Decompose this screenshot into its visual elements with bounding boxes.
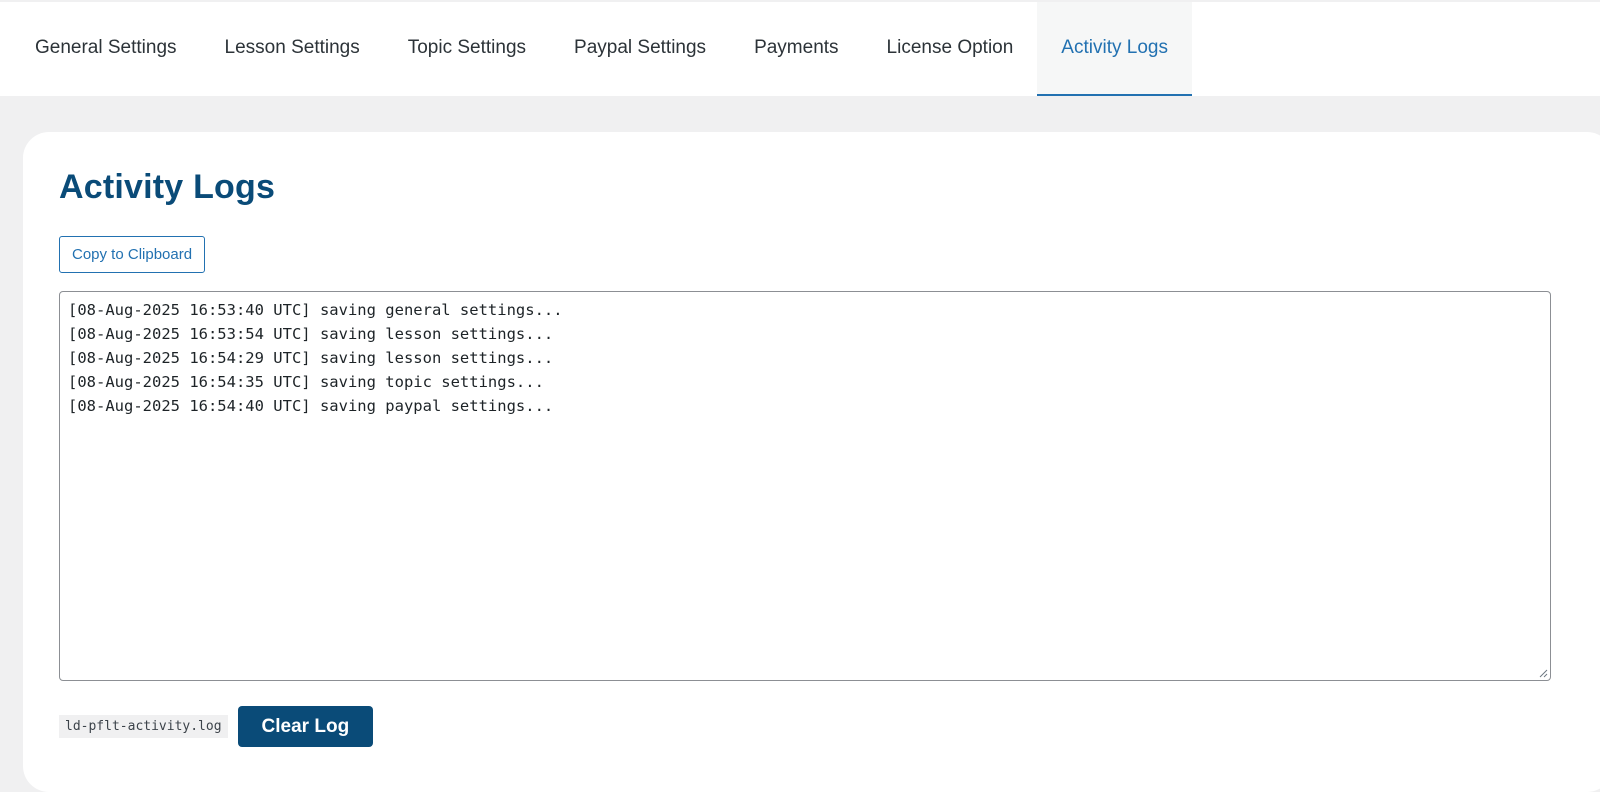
log-line: [08-Aug-2025 16:53:54 UTC] saving lesson… xyxy=(68,325,554,343)
copy-to-clipboard-button[interactable]: Copy to Clipboard xyxy=(59,236,206,273)
log-line: [08-Aug-2025 16:53:40 UTC] saving genera… xyxy=(68,301,563,319)
resize-grip-icon[interactable] xyxy=(1538,668,1548,678)
tab-paypal-settings[interactable]: Paypal Settings xyxy=(550,2,730,96)
tab-activity-logs[interactable]: Activity Logs xyxy=(1037,2,1192,96)
log-filename: ld-pflt-activity.log xyxy=(59,715,228,738)
tab-lesson-settings[interactable]: Lesson Settings xyxy=(201,2,384,96)
log-line: [08-Aug-2025 16:54:29 UTC] saving lesson… xyxy=(68,349,554,367)
log-footer: ld-pflt-activity.log Clear Log xyxy=(59,706,374,747)
activity-log-textarea[interactable]: [08-Aug-2025 16:53:40 UTC] saving genera… xyxy=(59,291,1551,681)
settings-tab-bar: General Settings Lesson Settings Topic S… xyxy=(0,0,1600,96)
log-line: [08-Aug-2025 16:54:40 UTC] saving paypal… xyxy=(68,397,554,415)
tab-general-settings[interactable]: General Settings xyxy=(11,2,201,96)
tab-payments[interactable]: Payments xyxy=(730,2,862,96)
clear-log-button[interactable]: Clear Log xyxy=(237,706,374,747)
activity-logs-card: Activity Logs Copy to Clipboard [08-Aug-… xyxy=(23,132,1600,792)
page-title: Activity Logs xyxy=(59,168,276,206)
tab-license-option[interactable]: License Option xyxy=(863,2,1038,96)
tab-topic-settings[interactable]: Topic Settings xyxy=(384,2,550,96)
log-line: [08-Aug-2025 16:54:35 UTC] saving topic … xyxy=(68,373,544,391)
